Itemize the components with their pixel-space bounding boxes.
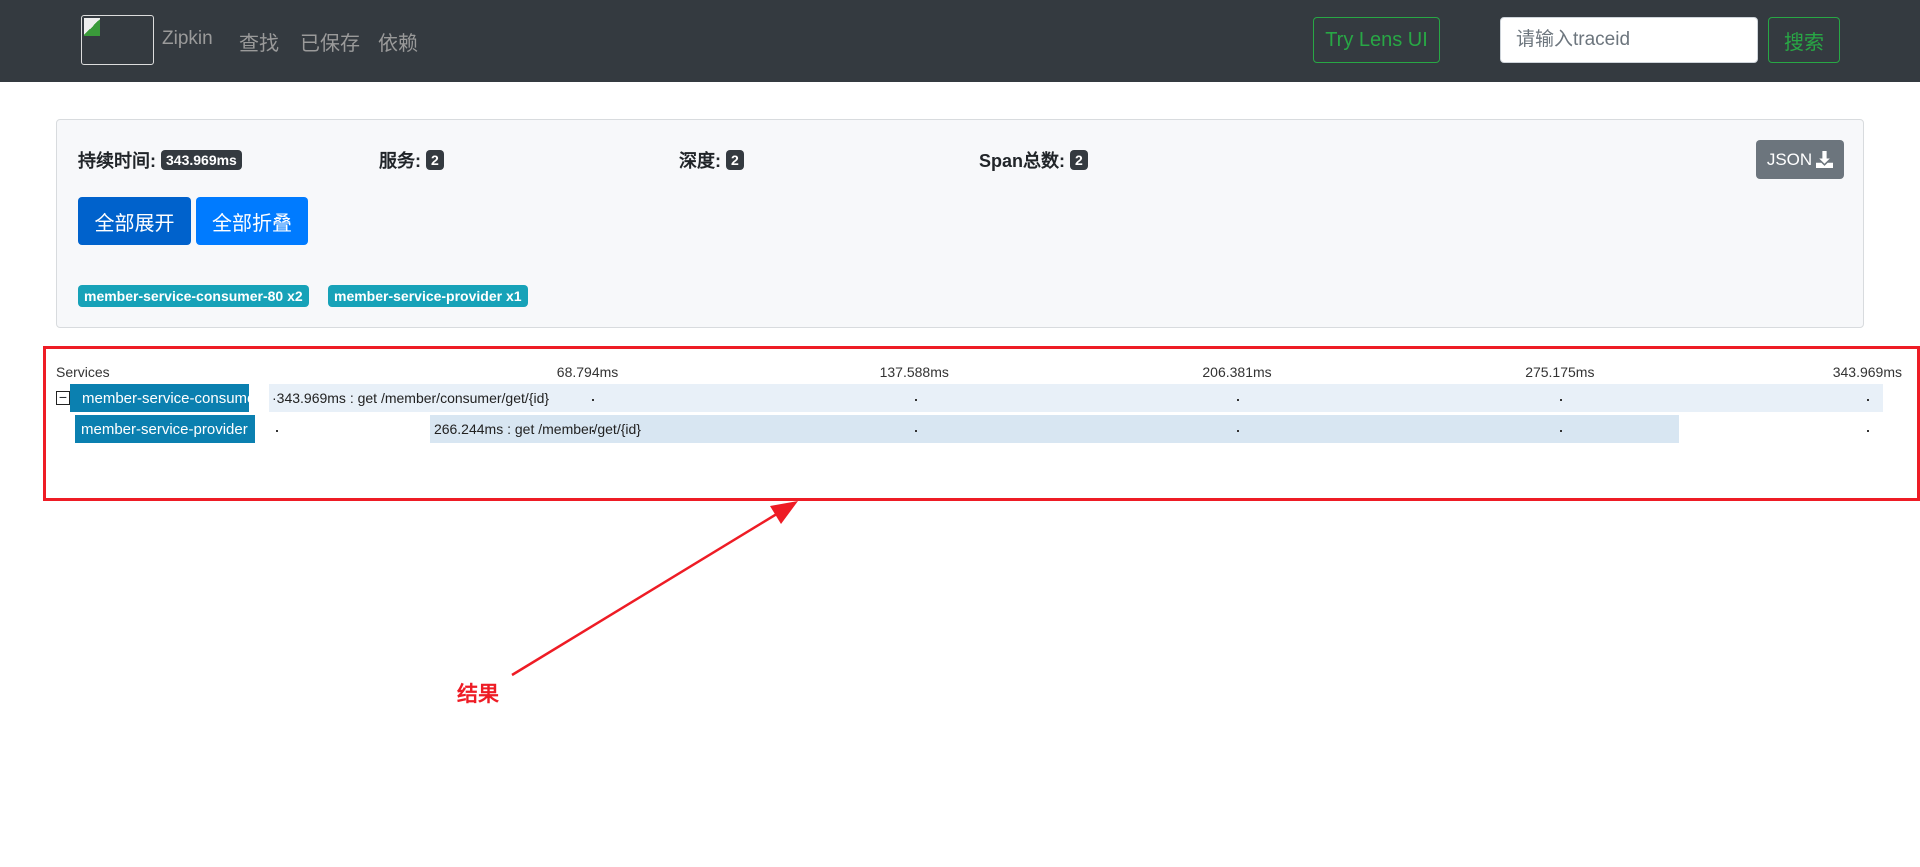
annotation-arrow [511,501,798,677]
annotation-result-label: 结果 [457,683,499,706]
